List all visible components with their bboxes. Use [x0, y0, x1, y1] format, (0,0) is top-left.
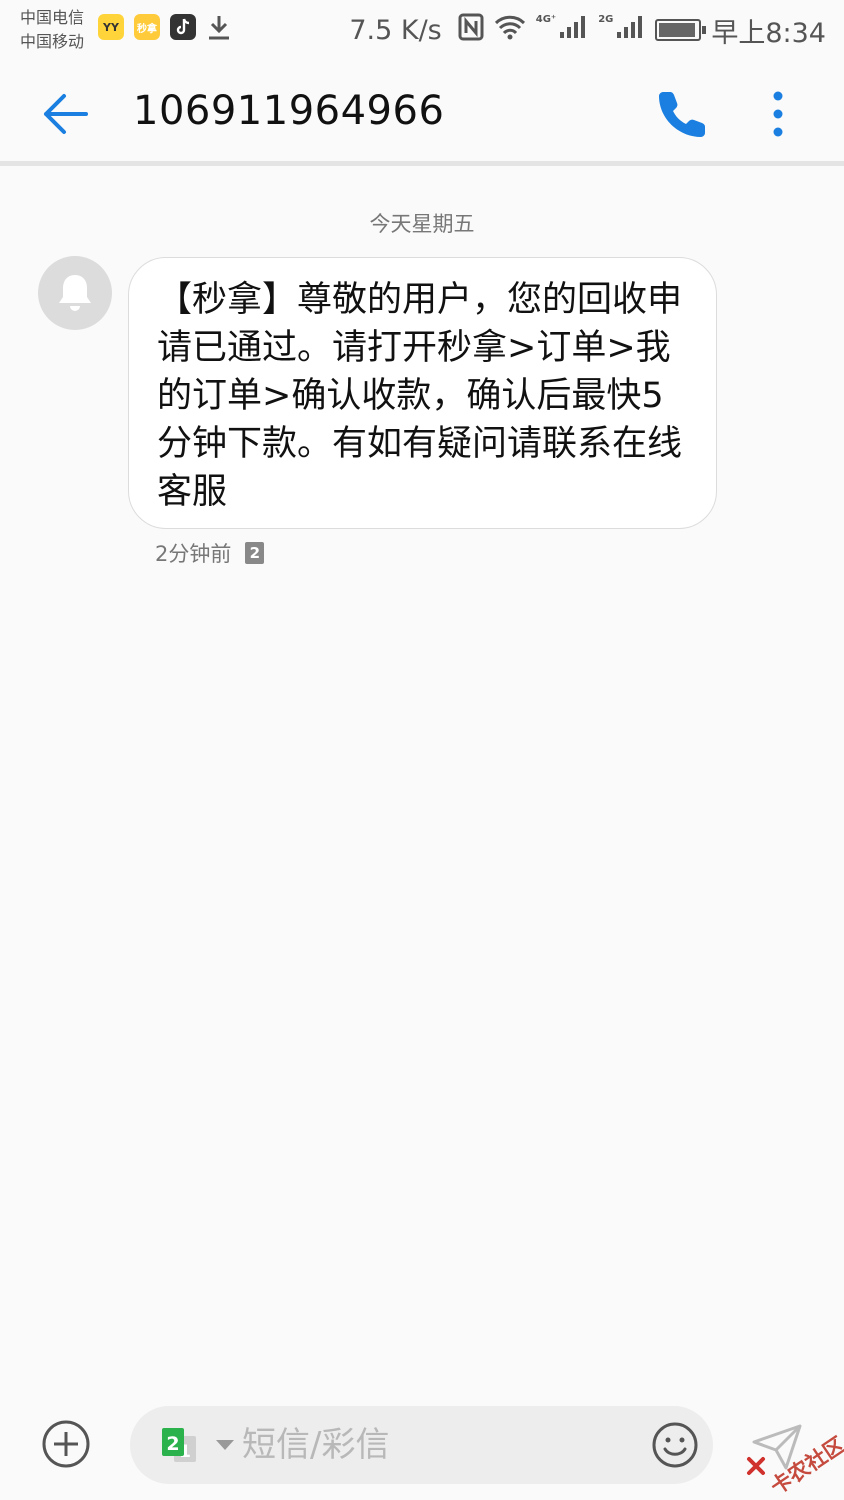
clock: 早上8:34 [711, 17, 826, 49]
more-options-button[interactable] [760, 88, 796, 140]
add-attachment-button[interactable] [40, 1418, 92, 1470]
call-button[interactable] [656, 88, 712, 140]
network-speed: 7.5 K/s [349, 14, 442, 46]
bell-icon [59, 275, 91, 311]
sim2-network-type: 2G [598, 14, 614, 25]
miaona-app-icon: 秒拿 [134, 14, 160, 40]
yy-app-icon: YY [98, 14, 124, 40]
contact-number: 106911964966 [133, 88, 445, 134]
date-separator: 今天星期五 [369, 212, 475, 236]
status-bar: 中国电信 中国移动 YY 秒拿 7.5 K/s 4G⁺ 2G 早上8:34 [0, 0, 844, 58]
sim-badge: 2 [245, 542, 265, 564]
tiktok-app-icon [170, 14, 196, 40]
sender-avatar[interactable] [38, 256, 112, 330]
carrier-labels: 中国电信 中国移动 [20, 6, 84, 54]
sim1-network-type: 4G⁺ [535, 14, 557, 25]
download-icon [206, 14, 232, 40]
more-vertical-icon [773, 91, 783, 137]
composer-bar: 1 2 [0, 1400, 844, 1490]
arrow-left-icon [44, 94, 88, 134]
message-text: 【秒拿】尊敬的用户，您的回收申请已通过。请打开秒拿>订单>我的订单>确认收款，确… [157, 280, 683, 512]
message-meta: 2分钟前 2 [155, 538, 265, 568]
caret-down-icon[interactable] [216, 1440, 234, 1450]
message-input[interactable] [242, 1420, 622, 1470]
notification-icons: YY 秒拿 [98, 14, 232, 40]
nfc-icon [458, 13, 484, 48]
message-timestamp: 2分钟前 [155, 542, 232, 566]
watermark-logo-icon [747, 1457, 765, 1475]
smiley-icon [652, 1422, 698, 1468]
conversation-header: 106911964966 [0, 58, 844, 166]
signal-icon-sim1 [558, 14, 588, 47]
phone-icon [659, 92, 705, 137]
status-indicators: 7.5 K/s 4G⁺ 2G 早上8:34 [349, 10, 826, 50]
battery-icon [655, 19, 707, 41]
carrier-2: 中国移动 [20, 32, 85, 51]
signal-icon-sim2 [615, 14, 645, 47]
back-button[interactable] [36, 86, 92, 142]
sim-selector[interactable]: 1 2 [160, 1426, 206, 1466]
compose-field[interactable]: 1 2 [130, 1406, 713, 1484]
carrier-1: 中国电信 [20, 8, 85, 27]
emoji-button[interactable] [650, 1420, 700, 1470]
sim-primary-label: 2 [166, 1433, 179, 1455]
plus-circle-icon [42, 1420, 90, 1468]
wifi-icon [494, 14, 526, 47]
message-bubble[interactable]: 【秒拿】尊敬的用户，您的回收申请已通过。请打开秒拿>订单>我的订单>确认收款，确… [128, 257, 717, 529]
